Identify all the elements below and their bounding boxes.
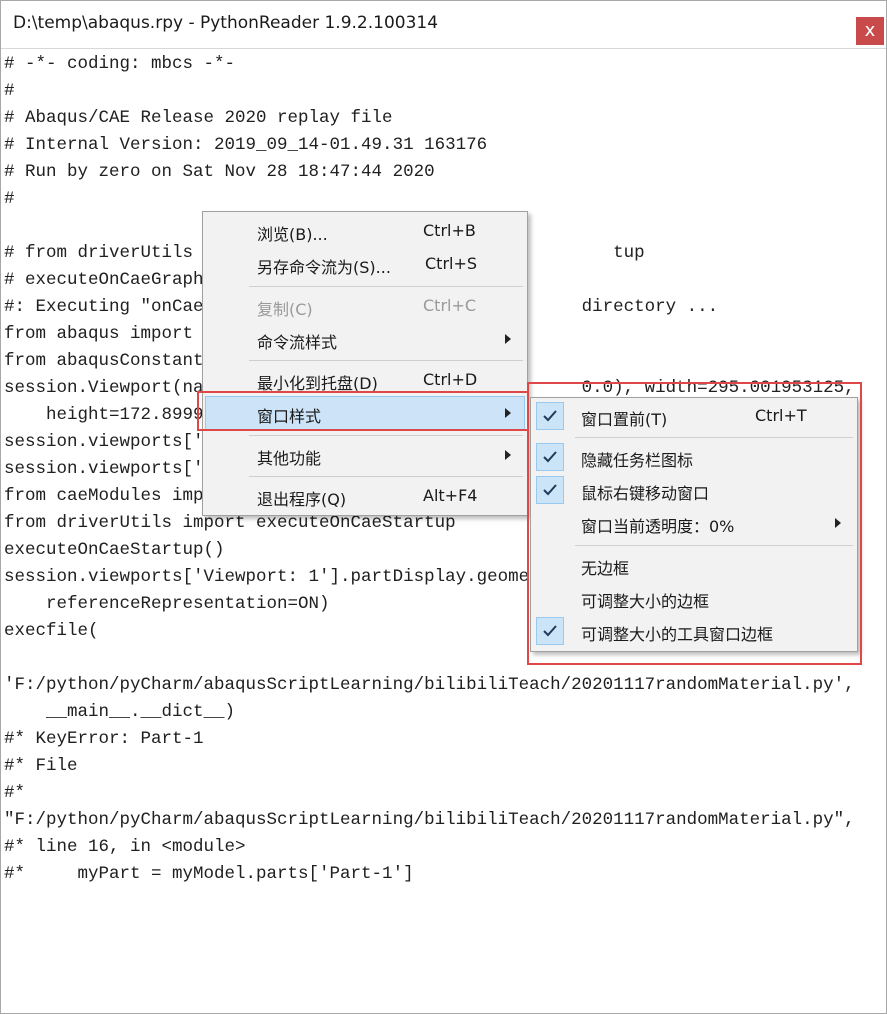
close-icon: x xyxy=(864,20,876,41)
menu-item-save-as[interactable]: 另存命令流为(S)... Ctrl+S xyxy=(205,248,525,280)
code-line: # Abaqus/CAE Release 2020 replay file xyxy=(4,108,393,128)
context-menu: 浏览(B)... Ctrl+B 另存命令流为(S)... Ctrl+S 复制(C… xyxy=(202,211,528,516)
menu-item-label: 复制(C) xyxy=(257,300,313,319)
menu-separator xyxy=(249,435,523,436)
code-line: from caeModules imp xyxy=(4,486,204,506)
code-line: # Run by zero on Sat Nov 28 18:47:44 202… xyxy=(4,162,435,182)
code-line: referenceRepresentation=ON) xyxy=(4,594,330,614)
code-line: session.viewports[' xyxy=(4,459,204,479)
code-line: execfile( xyxy=(4,621,99,641)
window-title: D:\temp\abaqus.rpy - PythonReader 1.9.2.… xyxy=(13,13,439,33)
menu-item-shortcut: Ctrl+C xyxy=(423,296,477,315)
menu-item-label: 退出程序(Q) xyxy=(257,490,347,509)
menu-item-copy[interactable]: 复制(C) Ctrl+C xyxy=(205,290,525,322)
submenu-arrow-icon xyxy=(505,450,511,460)
code-line: session.viewports[' xyxy=(4,432,204,452)
menu-item-browse[interactable]: 浏览(B)... Ctrl+B xyxy=(205,215,525,247)
code-line: from abaqus import xyxy=(4,324,194,344)
annotation-highlight-submenu xyxy=(527,382,862,665)
code-line: #* line 16, in <module> xyxy=(4,837,246,857)
menu-separator xyxy=(249,476,523,477)
code-line: executeOnCaeStartup() xyxy=(4,540,225,560)
code-line: #* xyxy=(4,783,26,803)
menu-item-command-style[interactable]: 命令流样式 xyxy=(205,323,525,355)
code-line: #* KeyError: Part-1 xyxy=(4,729,204,749)
menu-separator xyxy=(249,360,523,361)
code-line: session.viewports['Viewport: 1'].partDis… xyxy=(4,567,530,587)
menu-item-shortcut: Ctrl+D xyxy=(423,370,478,389)
code-line: height=172.8999 xyxy=(4,405,204,425)
code-line: # xyxy=(4,81,15,101)
code-line: #* File xyxy=(4,756,78,776)
code-line: # -*- coding: mbcs -*- xyxy=(4,54,236,74)
menu-item-label: 浏览(B)... xyxy=(257,225,328,244)
close-button[interactable]: x xyxy=(856,17,884,45)
code-line: # executeOnCaeGraph xyxy=(4,270,204,290)
code-line: # xyxy=(4,189,15,209)
menu-item-other-functions[interactable]: 其他功能 xyxy=(205,439,525,471)
code-line: #* myPart = myModel.parts['Part-1'] xyxy=(4,864,414,884)
annotation-highlight-window-style xyxy=(197,391,529,431)
code-line: 'F:/python/pyCharm/abaqusScriptLearning/… xyxy=(4,675,855,695)
menu-item-shortcut: Alt+F4 xyxy=(423,486,478,505)
menu-separator xyxy=(249,286,523,287)
menu-item-exit[interactable]: 退出程序(Q) Alt+F4 xyxy=(205,480,525,512)
code-line: "F:/python/pyCharm/abaqusScriptLearning/… xyxy=(4,810,855,830)
title-bar[interactable]: D:\temp\abaqus.rpy - PythonReader 1.9.2.… xyxy=(1,1,886,47)
menu-item-label: 另存命令流为(S)... xyxy=(257,258,391,277)
code-line: __main__.__dict__) xyxy=(4,702,236,722)
menu-item-shortcut: Ctrl+S xyxy=(425,254,478,273)
code-line: from abaqusConstant xyxy=(4,351,204,371)
menu-item-label: 命令流样式 xyxy=(257,333,338,352)
code-line: # Internal Version: 2019_09_14-01.49.31 … xyxy=(4,135,488,155)
submenu-arrow-icon xyxy=(505,334,511,344)
menu-item-shortcut: Ctrl+B xyxy=(423,221,476,240)
menu-item-label: 其他功能 xyxy=(257,449,322,468)
